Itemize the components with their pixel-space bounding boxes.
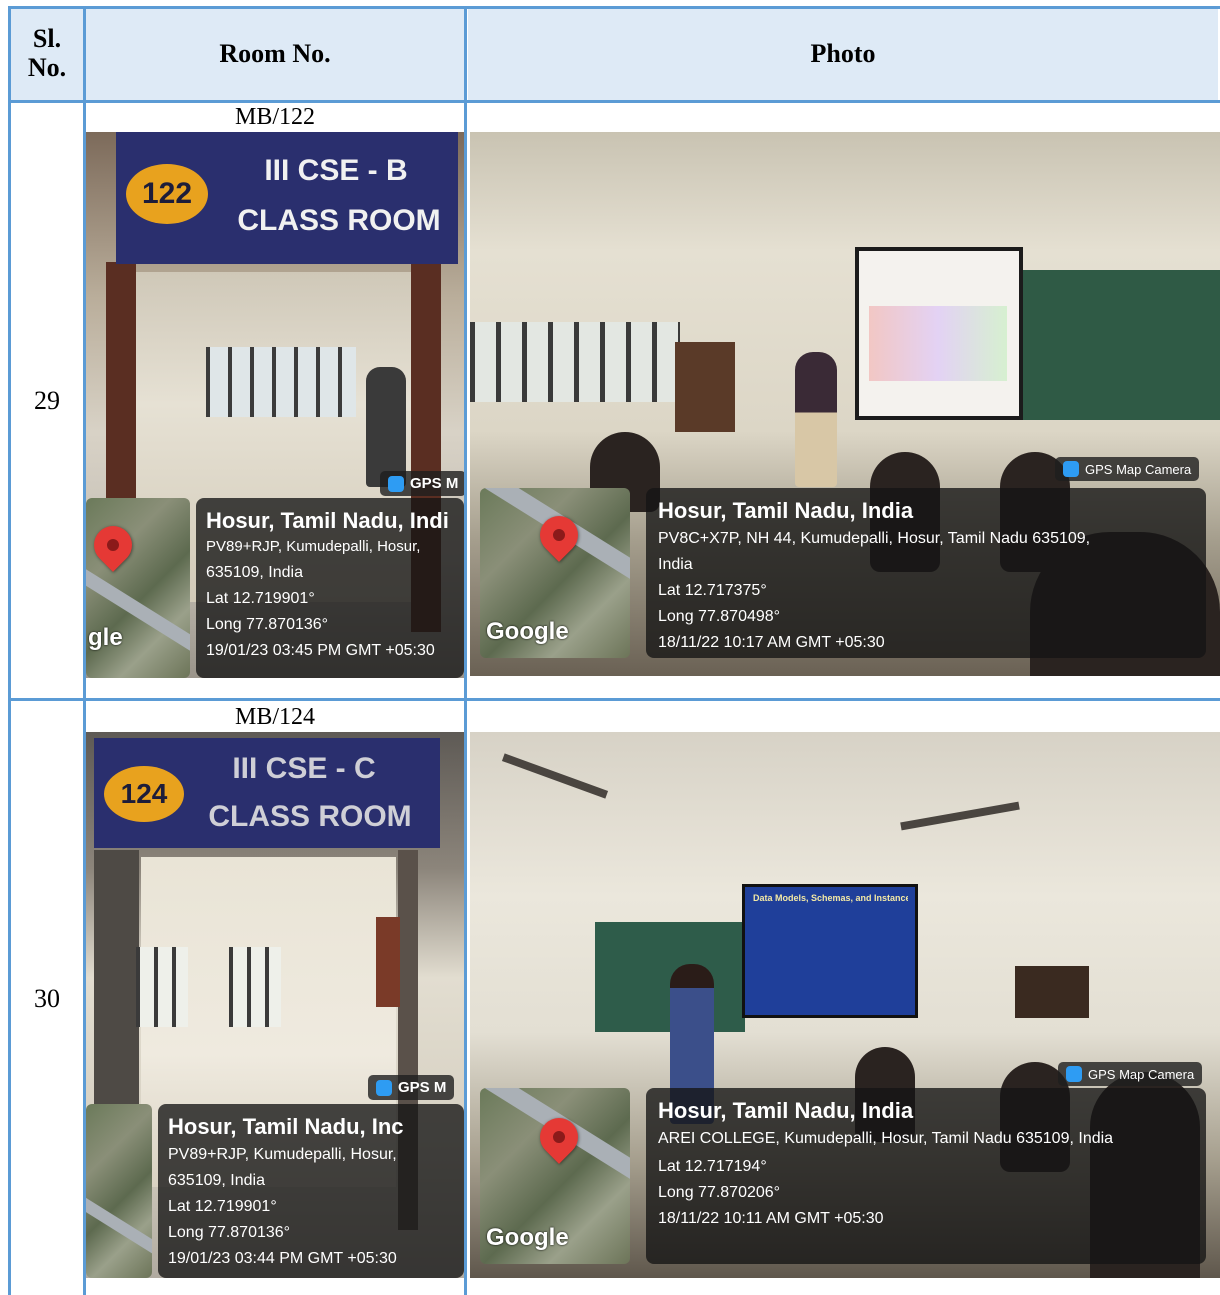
row-29-door-photo: 122 III CSE - B CLASS ROOM GPS M gle Hos…	[86, 132, 464, 678]
gps-camera-icon	[376, 1079, 392, 1096]
gps-timestamp: 18/11/22 10:17 AM GMT +05:30	[658, 634, 885, 651]
table-border-left	[8, 6, 11, 1295]
room-badge-number: 124	[120, 778, 168, 809]
row-sl-no-value: 30	[34, 983, 60, 1013]
gps-map-thumbnail: Google	[480, 1088, 630, 1264]
google-logo: gle	[88, 624, 123, 651]
gps-location-title: Hosur, Tamil Nadu, Inc	[168, 1114, 404, 1139]
gps-address-1: PV89+RJP, Kumudepalli, Hosur,	[168, 1146, 397, 1163]
gps-address-1: PV8C+X7P, NH 44, Kumudepalli, Hosur, Tam…	[658, 530, 1091, 547]
table-border-col-2	[464, 6, 467, 1295]
gps-location-title: Hosur, Tamil Nadu, India	[658, 498, 914, 523]
row-30-room-label: MB/124	[86, 704, 464, 731]
gps-long: Long 77.870136°	[168, 1224, 291, 1241]
gps-camera-icon	[1063, 461, 1079, 477]
sign-line-2: CLASS ROOM	[208, 800, 412, 833]
header-photo: Photo	[468, 8, 1218, 100]
room-sign: 122 III CSE - B CLASS ROOM	[116, 132, 458, 264]
room-badge: 124	[104, 766, 184, 822]
gps-map-thumbnail: gle	[86, 498, 190, 678]
row-30-class-photo: Data Models, Schemas, and Instances GPS …	[470, 732, 1220, 1278]
gps-camera-tag: GPS Map Camera	[1055, 457, 1200, 481]
gps-timestamp: 19/01/23 03:45 PM GMT +05:30	[206, 642, 435, 659]
header-room-no-label: Room No.	[219, 38, 331, 68]
gps-camera-label: GPS M	[398, 1079, 447, 1096]
gps-lat: Lat 12.719901°	[206, 590, 315, 607]
header-sl-no: Sl. No.	[10, 8, 84, 100]
map-pin-icon	[86, 518, 140, 572]
sign-line-2: CLASS ROOM	[237, 204, 441, 237]
gps-map-thumbnail	[86, 1104, 152, 1278]
gps-lat: Lat 12.717375°	[658, 582, 767, 599]
sign-line-1: III CSE - B	[264, 154, 408, 187]
header-room-no: Room No.	[86, 8, 464, 100]
gps-camera-label: GPS Map Camera	[1085, 461, 1192, 477]
room-badge: 122	[126, 164, 208, 224]
gps-location-title: Hosur, Tamil Nadu, India	[658, 1098, 914, 1123]
gps-camera-tag: GPS M	[380, 471, 464, 496]
row-29-class-photo: GPS Map Camera Google Hosur, Tamil Nadu,…	[470, 132, 1220, 676]
row-29-sl-no: 29	[10, 104, 84, 698]
room-badge-number: 122	[141, 177, 193, 210]
gps-camera-icon	[388, 475, 404, 492]
row-30-sl-no: 30	[10, 702, 84, 1295]
gps-address-2: India	[658, 556, 693, 573]
table-border-row-29	[8, 698, 1220, 701]
gps-long: Long 77.870136°	[206, 616, 329, 633]
gps-address-1: PV89+RJP, Kumudepalli, Hosur,	[206, 538, 421, 555]
gps-long: Long 77.870206°	[658, 1184, 781, 1201]
gps-camera-label: GPS M	[410, 475, 459, 492]
gps-camera-label: GPS Map Camera	[1088, 1066, 1195, 1082]
slide-title: Data Models, Schemas, and Instances	[753, 893, 908, 903]
row-29-room-label: MB/122	[86, 104, 464, 131]
header-sl-no-label: Sl. No.	[27, 24, 67, 82]
google-logo: Google	[486, 618, 569, 645]
gps-address-1: AREI COLLEGE, Kumudepalli, Hosur, Tamil …	[658, 1130, 1114, 1147]
gps-camera-icon	[1066, 1066, 1082, 1082]
gps-info-box: Hosur, Tamil Nadu, India AREI COLLEGE, K…	[646, 1088, 1206, 1264]
row-sl-no-value: 29	[34, 386, 60, 415]
room-number: MB/124	[234, 704, 315, 730]
gps-camera-tag: GPS Map Camera	[1058, 1062, 1203, 1086]
header-photo-label: Photo	[810, 38, 876, 68]
gps-long: Long 77.870498°	[658, 608, 781, 625]
gps-address-2: 635109, India	[168, 1172, 265, 1189]
gps-timestamp: 18/11/22 10:11 AM GMT +05:30	[658, 1210, 884, 1227]
table-border-top	[8, 6, 1220, 9]
room-sign: 124 III CSE - C CLASS ROOM	[94, 738, 440, 848]
gps-info-box: Hosur, Tamil Nadu, Inc PV89+RJP, Kumudep…	[158, 1104, 464, 1278]
projector-screen: Data Models, Schemas, and Instances	[742, 884, 918, 1018]
gps-timestamp: 19/01/23 03:44 PM GMT +05:30	[168, 1250, 397, 1267]
gps-map-thumbnail: Google	[480, 488, 630, 658]
gps-camera-tag: GPS M	[368, 1075, 455, 1100]
room-number: MB/122	[234, 104, 315, 130]
projector-screen	[855, 247, 1023, 420]
gps-lat: Lat 12.719901°	[168, 1198, 277, 1215]
gps-location-title: Hosur, Tamil Nadu, Indi	[206, 508, 449, 533]
gps-lat: Lat 12.717194°	[658, 1158, 767, 1175]
row-30-door-photo: 124 III CSE - C CLASS ROOM GPS M Hosur, …	[86, 732, 464, 1278]
google-logo: Google	[486, 1224, 569, 1251]
gps-address-2: 635109, India	[206, 564, 303, 581]
gps-info-box: Hosur, Tamil Nadu, India PV8C+X7P, NH 44…	[646, 488, 1206, 658]
sign-line-1: III CSE - C	[232, 752, 376, 785]
table-border-col-1	[83, 6, 86, 1295]
gps-info-box: Hosur, Tamil Nadu, Indi PV89+RJP, Kumude…	[196, 498, 464, 678]
table-border-header	[8, 100, 1220, 103]
